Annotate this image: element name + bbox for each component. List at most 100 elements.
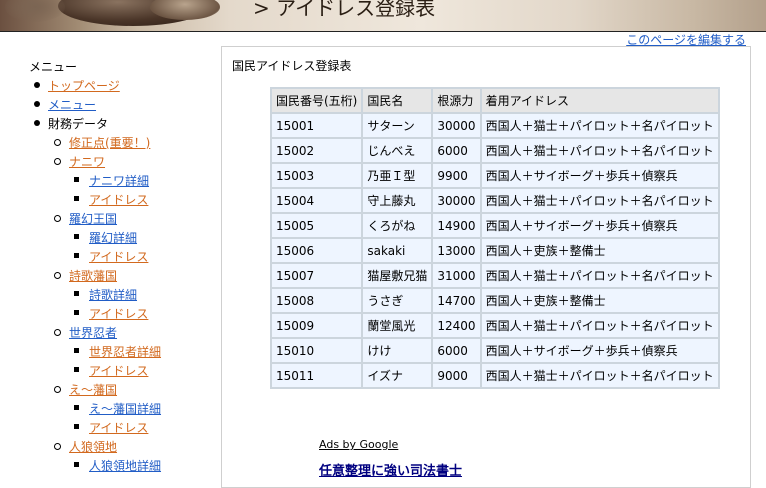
cell-power: 13000	[433, 239, 480, 262]
menu-item-label[interactable]: メニュー	[48, 98, 96, 112]
menu-item-label[interactable]: 世界忍者詳細	[89, 345, 161, 359]
cell-number: 15007	[272, 264, 362, 287]
menu-item[interactable]: 人狼領地詳細	[89, 457, 161, 474]
menu-item-label[interactable]: アイドレス	[89, 307, 148, 321]
cell-number: 15010	[272, 339, 362, 362]
menu-item-label[interactable]: 詩歌詳細	[89, 288, 137, 302]
main-content: 国民アイドレス登録表 国民番号(五桁) 国民名 根源力 着用アイドレス 1500…	[221, 46, 751, 488]
menu-item[interactable]: メニュー	[48, 96, 96, 113]
menu-item[interactable]: アイドレス	[89, 419, 148, 436]
cell-idress: 西国人＋猫士＋パイロット＋名パイロット	[481, 264, 718, 287]
bullet-circle-icon	[54, 215, 61, 222]
page-title: > アイドレス登録表	[253, 0, 436, 20]
cell-idress: 西国人＋猫士＋パイロット＋名パイロット	[481, 114, 718, 137]
bullet-disc-icon	[34, 82, 40, 88]
menu-item[interactable]: 修正点(重要！)	[69, 134, 150, 151]
cell-number: 15004	[272, 189, 362, 212]
cell-name: サターン	[363, 114, 432, 137]
table-header-row: 国民番号(五桁) 国民名 根源力 着用アイドレス	[272, 89, 718, 112]
bullet-square-icon	[74, 234, 79, 239]
cell-name: 猫屋敷兄猫	[363, 264, 432, 287]
ads-by-google-link[interactable]: Ads by Google	[319, 438, 398, 451]
menu-item[interactable]: アイドレス	[89, 305, 148, 322]
menu-item[interactable]: ナニワ詳細	[89, 172, 149, 189]
cell-name: 乃亜Ｉ型	[363, 164, 432, 187]
cell-idress: 西国人＋猫士＋パイロット＋名パイロット	[481, 314, 718, 337]
menu-item-label[interactable]: 人狼領地詳細	[89, 459, 161, 473]
bullet-square-icon	[74, 196, 79, 201]
menu-item[interactable]: 詩歌詳細	[89, 286, 137, 303]
menu-item-label[interactable]: ナニワ詳細	[89, 174, 149, 188]
bullet-square-icon	[74, 348, 79, 353]
menu-item-label[interactable]: 詩歌藩国	[69, 269, 117, 283]
menu-item[interactable]: 羅幻詳細	[89, 229, 137, 246]
menu-item-label[interactable]: ナニワ	[69, 155, 105, 169]
menu-item-label[interactable]: え～藩国詳細	[89, 402, 161, 416]
cell-power: 30000	[433, 114, 480, 137]
ad-title-link[interactable]: 任意整理に強い司法書士	[319, 460, 462, 479]
menu-item-label[interactable]: 人狼領地	[69, 440, 117, 454]
table-row: 15011 イズナ 9000 西国人＋猫士＋パイロット＋名パイロット	[272, 364, 718, 387]
menu-item-label[interactable]: アイドレス	[89, 364, 148, 378]
menu-item[interactable]: トップページ	[48, 77, 120, 94]
menu-item-label[interactable]: 羅幻詳細	[89, 231, 137, 245]
cell-idress: 西国人＋吏族＋整備士	[481, 289, 718, 312]
cell-number: 15002	[272, 139, 362, 162]
cell-name: けけ	[363, 339, 432, 362]
bullet-circle-icon	[54, 139, 61, 146]
table-row: 15002 じんべえ 6000 西国人＋猫士＋パイロット＋名パイロット	[272, 139, 718, 162]
cell-number: 15008	[272, 289, 362, 312]
menu-item: 財務データ	[48, 115, 108, 132]
menu-item[interactable]: 世界忍者	[69, 324, 117, 341]
cell-power: 31000	[433, 264, 480, 287]
cell-number: 15003	[272, 164, 362, 187]
menu-item[interactable]: 世界忍者詳細	[89, 343, 161, 360]
cell-idress: 西国人＋吏族＋整備士	[481, 239, 718, 262]
menu-item-label[interactable]: アイドレス	[89, 421, 148, 435]
cell-power: 9000	[433, 364, 480, 387]
cell-idress: 西国人＋サイボーグ＋歩兵＋偵察兵	[481, 339, 718, 362]
menu-item-label[interactable]: アイドレス	[89, 250, 148, 264]
table-row: 15008 うさぎ 14700 西国人＋吏族＋整備士	[272, 289, 718, 312]
menu-item[interactable]: アイドレス	[89, 362, 148, 379]
column-header-power: 根源力	[433, 89, 480, 112]
cell-power: 14700	[433, 289, 480, 312]
column-header-number: 国民番号(五桁)	[272, 89, 362, 112]
bullet-square-icon	[74, 291, 79, 296]
menu-item-label[interactable]: 修正点(重要！)	[69, 136, 150, 150]
cell-number: 15011	[272, 364, 362, 387]
bullet-circle-icon	[54, 329, 61, 336]
menu-item-label[interactable]: アイドレス	[89, 193, 148, 207]
bullet-disc-icon	[34, 120, 40, 126]
menu-item[interactable]: 羅幻王国	[69, 210, 117, 227]
menu-item[interactable]: アイドレス	[89, 248, 148, 265]
menu-item[interactable]: アイドレス	[89, 191, 148, 208]
cell-idress: 西国人＋サイボーグ＋歩兵＋偵察兵	[481, 164, 718, 187]
cell-number: 15005	[272, 214, 362, 237]
menu-item[interactable]: え～藩国	[69, 381, 117, 398]
banner-stone-image	[5, 0, 65, 22]
table-row: 15001 サターン 30000 西国人＋猫士＋パイロット＋名パイロット	[272, 114, 718, 137]
bullet-square-icon	[74, 177, 79, 182]
menu-item-label[interactable]: え～藩国	[69, 383, 117, 397]
bullet-circle-icon	[54, 386, 61, 393]
table-row: 15010 けけ 6000 西国人＋サイボーグ＋歩兵＋偵察兵	[272, 339, 718, 362]
menu-item[interactable]: 詩歌藩国	[69, 267, 117, 284]
menu-item[interactable]: え～藩国詳細	[89, 400, 161, 417]
menu-item-label: 財務データ	[48, 117, 109, 131]
menu-item-label[interactable]: 羅幻王国	[69, 212, 117, 226]
cell-number: 15001	[272, 114, 362, 137]
table-row: 15003 乃亜Ｉ型 9900 西国人＋サイボーグ＋歩兵＋偵察兵	[272, 164, 718, 187]
menu-item-label[interactable]: 世界忍者	[69, 326, 117, 340]
cell-idress: 西国人＋猫士＋パイロット＋名パイロット	[481, 139, 718, 162]
menu-title: メニュー	[29, 60, 78, 74]
bullet-disc-icon	[34, 101, 40, 107]
menu-item[interactable]: 人狼領地	[69, 438, 117, 455]
registration-table: 国民番号(五桁) 国民名 根源力 着用アイドレス 15001 サターン 30000 西…	[270, 87, 720, 389]
cell-number: 15006	[272, 239, 362, 262]
cell-idress: 西国人＋猫士＋パイロット＋名パイロット	[481, 189, 718, 212]
menu-item[interactable]: ナニワ	[69, 153, 105, 170]
cell-idress: 西国人＋サイボーグ＋歩兵＋偵察兵	[481, 214, 718, 237]
menu-item-label[interactable]: トップページ	[48, 79, 120, 93]
cell-name: じんべえ	[363, 139, 432, 162]
